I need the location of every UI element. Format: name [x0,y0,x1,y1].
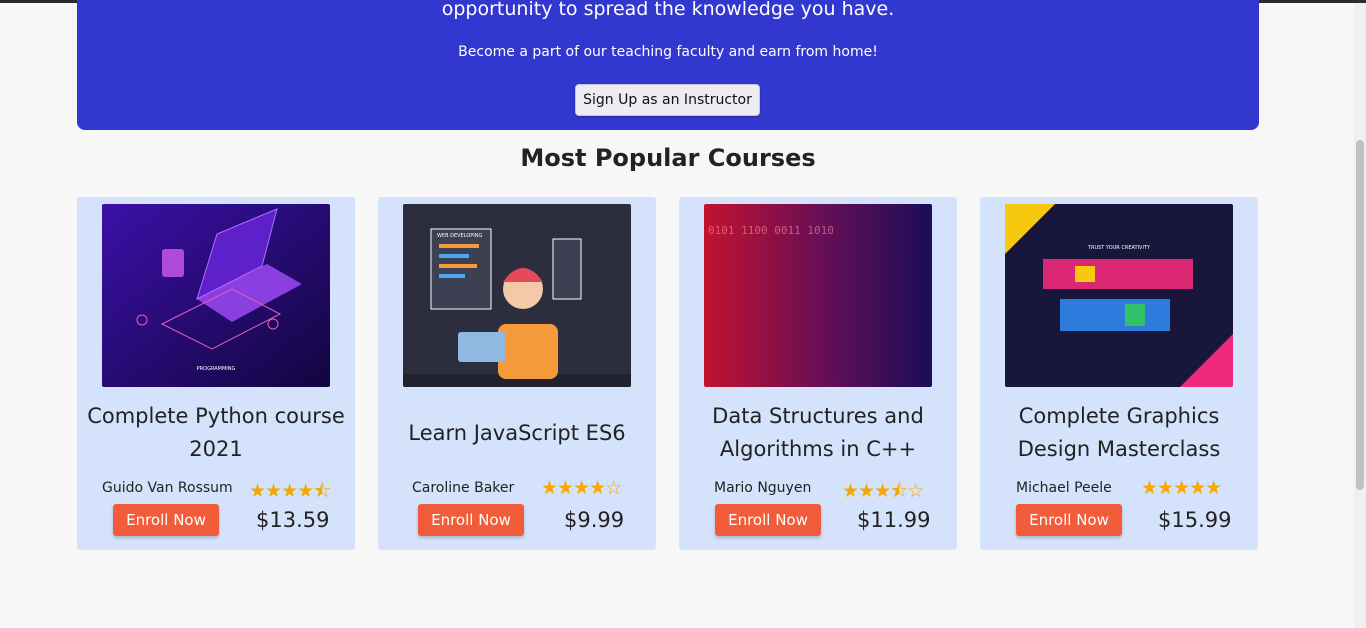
course-image-python[interactable]: PROGRAMMING [102,204,330,387]
rating-stars: ★★★⯪☆ [842,480,924,502]
instructor-banner: opportunity to spread the knowledge you … [77,0,1259,130]
enroll-button[interactable]: Enroll Now [113,504,219,536]
image-caption: WEB DEVELOPING [437,233,482,239]
course-image-graphics[interactable]: TRUST YOUR CREATIVITY [1005,204,1233,387]
rating-stars: ★★★★☆ [541,477,622,499]
rating-stars: ★★★★⯪ [249,480,331,502]
banner-subline: Become a part of our teaching faculty an… [458,44,878,60]
image-caption: PROGRAMMING [197,366,236,372]
course-author: Michael Peele [1016,480,1112,496]
scrollbar-thumb[interactable] [1356,140,1364,490]
course-author: Caroline Baker [412,480,515,496]
course-title[interactable]: Complete Graphics Design Masterclass [986,400,1252,466]
course-price: $15.99 [1158,508,1232,532]
enroll-button[interactable]: Enroll Now [715,504,821,536]
course-price: $13.59 [256,508,330,532]
enroll-button[interactable]: Enroll Now [418,504,524,536]
section-title: Most Popular Courses [520,144,816,172]
enroll-button[interactable]: Enroll Now [1016,504,1122,536]
image-caption: TRUST YOUR CREATIVITY [1087,245,1151,251]
course-price: $11.99 [857,508,931,532]
course-author: Guido Van Rossum [102,480,233,496]
course-image-cpp[interactable]: 0101 1100 0011 1010 [704,204,932,387]
course-title[interactable]: Complete Python course 2021 [83,400,349,466]
course-title[interactable]: Data Structures and Algorithms in C++ [685,400,951,466]
course-price: $9.99 [564,508,625,532]
course-author: Mario Nguyen [714,480,812,496]
course-image-javascript[interactable]: WEB DEVELOPING [403,204,631,387]
signup-instructor-button[interactable]: Sign Up as an Instructor [575,84,760,116]
course-title[interactable]: Learn JavaScript ES6 [384,400,650,466]
rating-stars: ★★★★★ [1141,477,1222,499]
image-caption: 0101 1100 0011 1010 [708,224,834,237]
banner-headline: opportunity to spread the knowledge you … [441,0,895,20]
